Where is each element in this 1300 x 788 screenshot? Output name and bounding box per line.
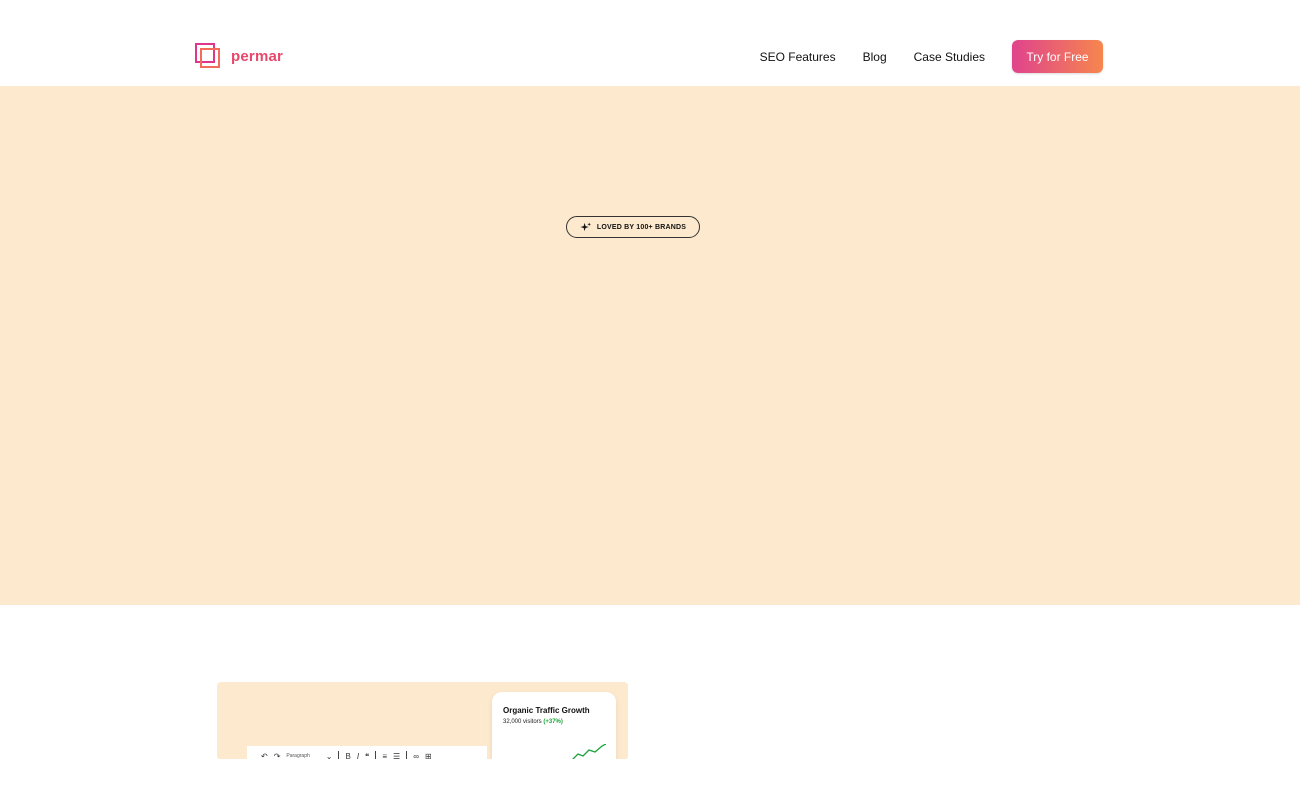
nav-case-studies[interactable]: Case Studies [914, 41, 985, 73]
viewport-fold [0, 759, 1300, 788]
try-for-free-button[interactable]: Try for Free [1012, 40, 1103, 73]
logo-text: permar [231, 47, 284, 65]
hero-section: LOVED BY 100+ BRANDS [0, 86, 1300, 605]
logo-icon [195, 43, 221, 69]
loved-by-brands-badge: LOVED BY 100+ BRANDS [566, 216, 700, 238]
traffic-sparkline [572, 744, 606, 760]
feature-preview-card: Organic Traffic Growth 32,000 visitors (… [217, 682, 628, 760]
traffic-title: Organic Traffic Growth [503, 706, 590, 715]
traffic-change: (+37%) [543, 719, 563, 725]
nav-blog[interactable]: Blog [863, 41, 887, 73]
badge-text: LOVED BY 100+ BRANDS [596, 223, 687, 231]
site-header: permar SEO Features Blog Case Studies Tr… [0, 0, 1300, 86]
editor-toolbar: ↶ ↷ Paragraph ⌄ B I ❝ ≡ ☰ ∞ ⊞ [247, 746, 487, 760]
nav-seo-features[interactable]: SEO Features [760, 41, 836, 73]
traffic-visitors: 32,000 visitors (+37%) [503, 719, 563, 725]
main-nav: SEO Features Blog Case Studies Try for F… [760, 40, 1103, 73]
logo[interactable]: permar [195, 43, 283, 69]
sparkle-icon [580, 221, 591, 231]
traffic-growth-card: Organic Traffic Growth 32,000 visitors (… [492, 692, 616, 760]
